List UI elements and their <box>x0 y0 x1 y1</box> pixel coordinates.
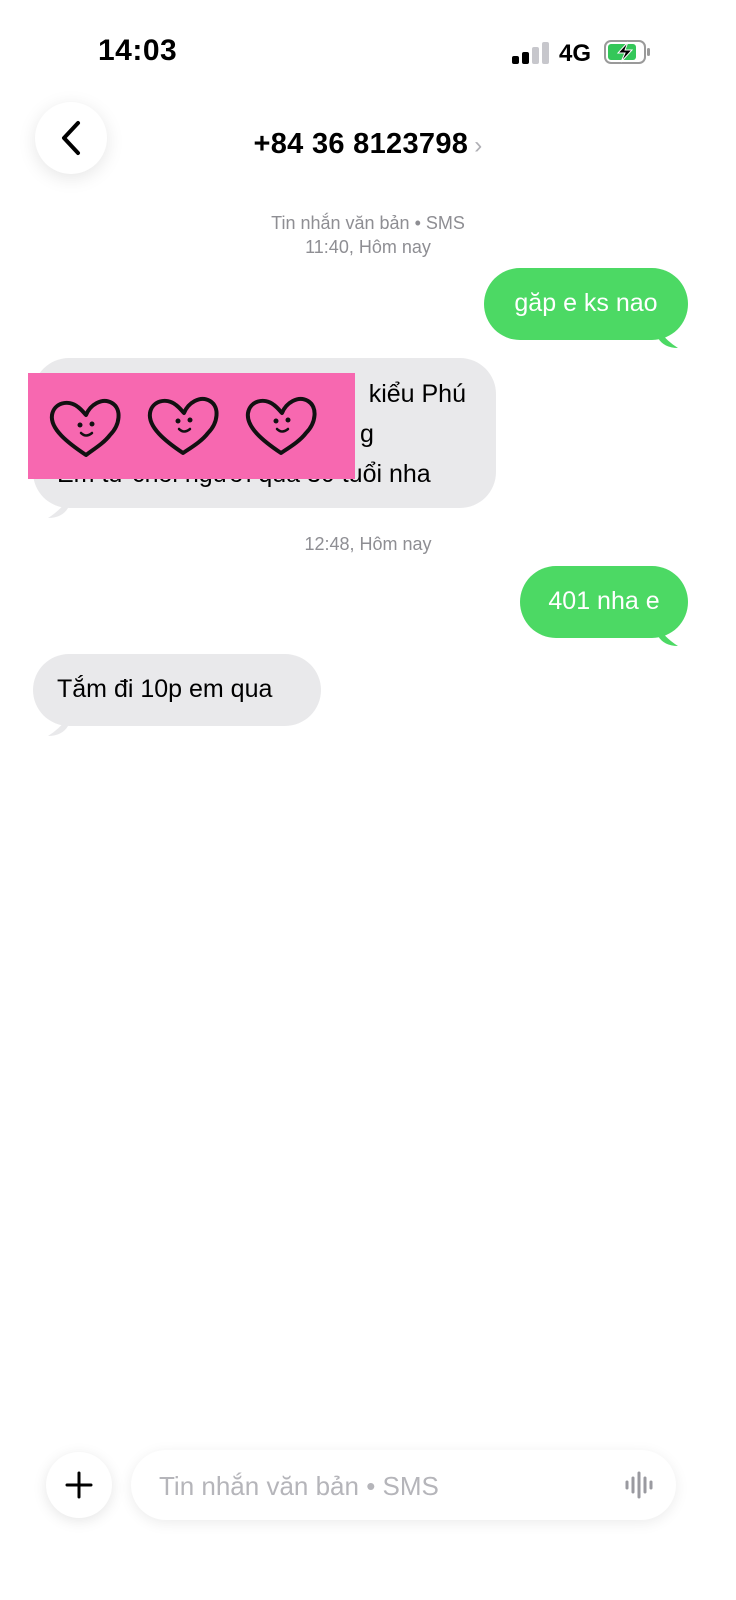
add-attachment-button[interactable] <box>46 1452 112 1518</box>
heart-faces-icon <box>49 396 317 457</box>
message-text: găp e ks nao <box>514 289 658 317</box>
timestamp: 12:48, Hôm nay <box>304 534 432 554</box>
network-type: 4G <box>559 40 592 67</box>
signal-strength-icon <box>512 42 549 64</box>
incoming-message-bubble[interactable]: Tắm đi 10p em qua <box>33 654 321 726</box>
contact-header[interactable]: +84 36 8123798 › <box>0 128 736 161</box>
audio-waveform-icon[interactable] <box>624 1471 656 1499</box>
message-composer[interactable] <box>131 1450 676 1520</box>
message-input[interactable] <box>157 1464 601 1508</box>
chevron-right-icon: › <box>474 132 483 159</box>
censor-sticker <box>28 373 355 479</box>
bubble-tail <box>658 330 678 348</box>
bubble-tail <box>658 628 678 646</box>
battery-charging-icon <box>604 40 650 64</box>
message-text: Tắm đi 10p em qua <box>57 675 273 703</box>
contact-number: +84 36 8123798 <box>253 128 469 160</box>
bubble-tail <box>48 500 68 518</box>
status-time: 14:03 <box>98 34 178 67</box>
message-type-label: Tin nhắn văn bản • SMS <box>271 213 465 233</box>
plus-icon <box>65 1471 93 1499</box>
bubble-tail <box>48 718 68 736</box>
message-text: 401 nha e <box>548 587 660 615</box>
timestamp: 11:40, Hôm nay <box>305 237 431 257</box>
